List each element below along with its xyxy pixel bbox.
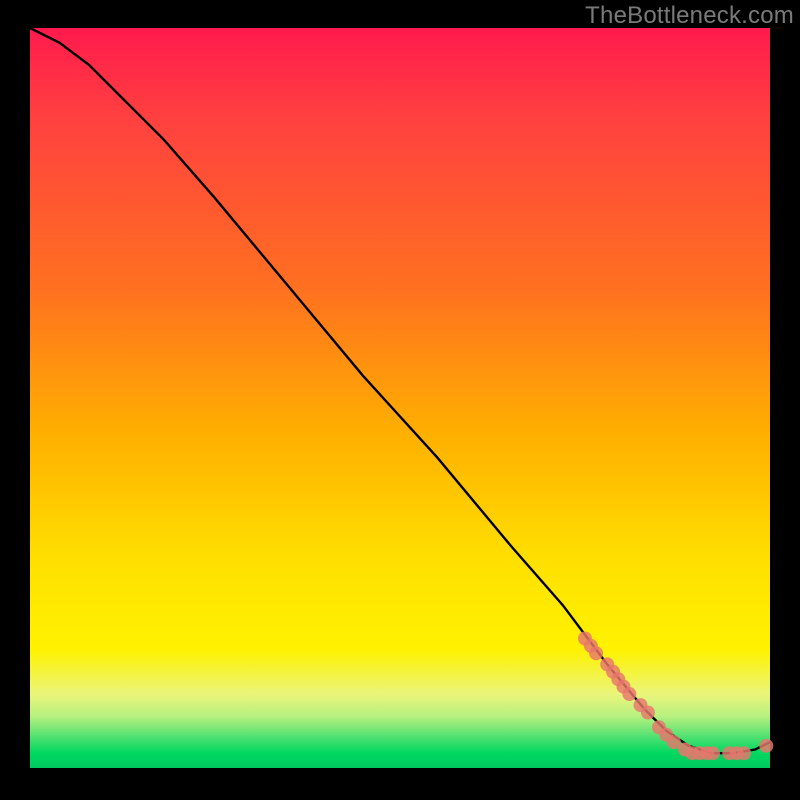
plot-area [30, 28, 770, 768]
scatter-point [641, 706, 655, 720]
chart-frame: TheBottleneck.com [0, 0, 800, 800]
bottleneck-curve [30, 28, 770, 753]
scatter-points [578, 632, 773, 761]
chart-svg [30, 28, 770, 768]
scatter-point [737, 746, 751, 760]
watermark-text: TheBottleneck.com [585, 2, 794, 30]
scatter-point [706, 746, 720, 760]
scatter-point [589, 646, 603, 660]
scatter-point [759, 739, 773, 753]
scatter-point [622, 687, 636, 701]
